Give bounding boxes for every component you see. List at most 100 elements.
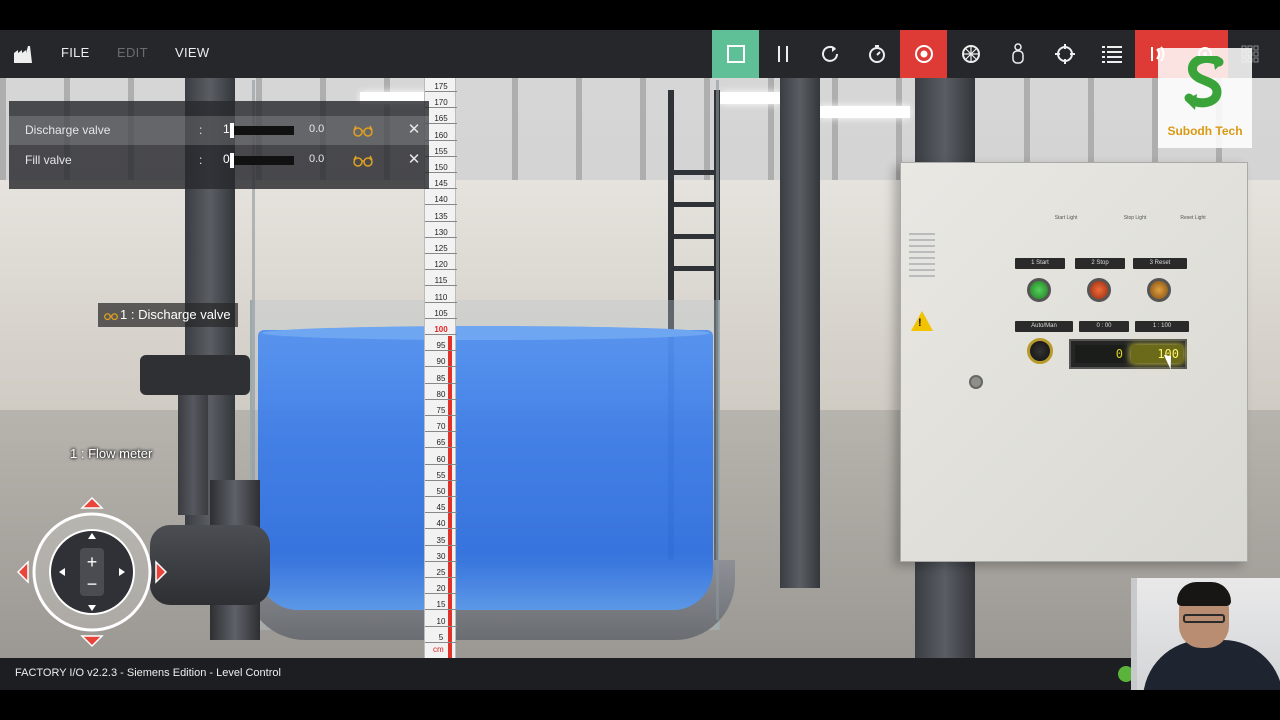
valve-name: Fill valve	[25, 153, 72, 167]
ruler-tick-label: 140	[425, 195, 457, 206]
glasses-icon	[104, 312, 118, 320]
factory-icon[interactable]	[13, 44, 33, 64]
ruler-tick-label: 30	[425, 552, 457, 562]
menu-view[interactable]: VIEW	[175, 45, 209, 60]
subodh-tech-logo	[1184, 56, 1224, 110]
flow-meter-tag[interactable]: 1 : Flow meter	[70, 446, 152, 461]
ruler-tick-label: 65	[425, 438, 457, 449]
ruler-tick-label: 60	[425, 455, 457, 465]
reset-scene-button[interactable]	[806, 30, 853, 78]
watermark-text: Subodh Tech	[1167, 124, 1243, 138]
plate-reset: 3 Reset	[1133, 258, 1187, 269]
outlet-pipe-elbow	[150, 525, 270, 605]
zoom-out-icon[interactable]: −	[87, 574, 98, 594]
plate-display-left: 0 : 00	[1079, 321, 1129, 332]
pan-right-arrow-icon[interactable]	[155, 560, 168, 584]
menu-edit[interactable]: EDIT	[117, 45, 148, 60]
slider-thumb[interactable]	[230, 123, 234, 138]
fly-camera-button[interactable]	[947, 30, 994, 78]
glasses-icon[interactable]	[353, 155, 373, 167]
ruler-tick-label: 120	[425, 260, 457, 271]
ruler-tick-label: 160	[425, 131, 457, 141]
target-button[interactable]	[1041, 30, 1088, 78]
status-text: FACTORY I/O v2.2.3 - Siemens Edition - L…	[15, 667, 281, 679]
ladder-step	[668, 170, 720, 175]
cabinet-lock-icon	[969, 375, 983, 389]
valve-value: 0.0	[309, 123, 325, 135]
ruler-tick-label: 105	[425, 309, 457, 319]
tank-edge	[716, 80, 719, 620]
camera-navigation-widget[interactable]: + −	[16, 496, 168, 648]
presenter-glasses	[1183, 614, 1225, 623]
glasses-icon[interactable]	[353, 125, 373, 137]
stop-button[interactable]	[1087, 278, 1111, 302]
ruler-tick-label: 130	[425, 228, 457, 238]
display-value-left[interactable]: 0	[1075, 345, 1127, 363]
auto-manual-selector[interactable]	[1027, 338, 1053, 364]
webcam-overlay	[1131, 578, 1280, 690]
ruler-tick-label: 165	[425, 114, 457, 125]
ladder-step	[668, 234, 720, 239]
reset-icon	[821, 45, 838, 62]
ruler-tick-label: 75	[425, 406, 457, 416]
plate-stop: 2 Stop	[1075, 258, 1125, 269]
ruler-tick-label: 135	[425, 212, 457, 222]
discharge-valve-tag[interactable]: 1 : Discharge valve	[98, 303, 238, 327]
stop-simulation-button[interactable]	[712, 30, 759, 78]
display-value-right[interactable]: 100	[1131, 345, 1183, 363]
pan-left-arrow-icon[interactable]	[16, 560, 29, 584]
slider-thumb[interactable]	[230, 153, 234, 168]
ruler-tick-label: 40	[425, 519, 457, 530]
steel-pillar	[780, 78, 820, 588]
ruler-tick-label: 100	[425, 325, 457, 335]
scene-list-button[interactable]	[1088, 30, 1135, 78]
control-panel-cabinet: ! Start Light Stop Light Reset Light 1 S…	[900, 162, 1248, 562]
plate-stop-light: Stop Light	[1123, 215, 1147, 221]
zoom-in-icon[interactable]: +	[87, 552, 98, 572]
presenter-hair	[1177, 582, 1231, 606]
ruler-tick-label: 55	[425, 471, 457, 481]
ruler-tick-label: 155	[425, 147, 457, 157]
ladder-step	[668, 202, 720, 207]
ruler-tick-label: 80	[425, 390, 457, 400]
valve-colon: :	[199, 153, 203, 167]
discharge-valve-actuator[interactable]	[140, 355, 250, 395]
ladder-step	[668, 266, 720, 271]
ruler-tick-label: 110	[425, 293, 457, 303]
valve-slider[interactable]	[230, 153, 294, 168]
first-person-button[interactable]	[994, 30, 1041, 78]
orbit-camera-button[interactable]	[900, 30, 947, 78]
top-toolbar: FILE EDIT VIEW	[0, 30, 1280, 78]
pause-button[interactable]	[759, 30, 806, 78]
pan-down-arrow-icon[interactable]	[80, 635, 104, 648]
discharge-valve-stem	[178, 395, 208, 515]
valve-row-fill[interactable]: Fill valve : 0 0.0 ✕	[9, 146, 429, 175]
valve-min: 1	[223, 122, 230, 136]
valve-row-discharge[interactable]: Discharge valve : 1 0.0 ✕	[9, 116, 429, 145]
valve-value: 0.0	[309, 153, 325, 165]
pan-up-arrow-icon[interactable]	[80, 496, 104, 509]
ruler-tick-label: 90	[425, 357, 457, 368]
ruler-tick-label: 25	[425, 568, 457, 578]
plate-start-light: Start Light	[1054, 215, 1078, 221]
pause-icon	[777, 46, 788, 62]
start-button[interactable]	[1027, 278, 1051, 302]
valve-slider[interactable]	[230, 123, 294, 138]
menu-file[interactable]: FILE	[61, 45, 90, 60]
close-icon[interactable]: ✕	[407, 121, 421, 139]
ruler-tick-label: 10	[425, 617, 457, 627]
ruler-tick-label: 50	[425, 487, 457, 497]
tank-water	[258, 330, 713, 610]
ruler-tick-label: 115	[425, 276, 457, 287]
close-icon[interactable]: ✕	[407, 151, 421, 169]
plate-display-right: 1 : 100	[1135, 321, 1189, 332]
time-scale-button[interactable]	[853, 30, 900, 78]
ruler-tick-label: 35	[425, 536, 457, 546]
camera-orbit-icon	[914, 45, 933, 63]
plate-auto-manual: Auto/Man	[1015, 321, 1073, 332]
ruler-tick-label: 85	[425, 374, 457, 384]
ruler-tick-label: 175	[425, 82, 457, 92]
plate-reset-light: Reset Light	[1180, 215, 1206, 221]
reset-button[interactable]	[1147, 278, 1171, 302]
valve-name: Discharge valve	[25, 123, 111, 137]
